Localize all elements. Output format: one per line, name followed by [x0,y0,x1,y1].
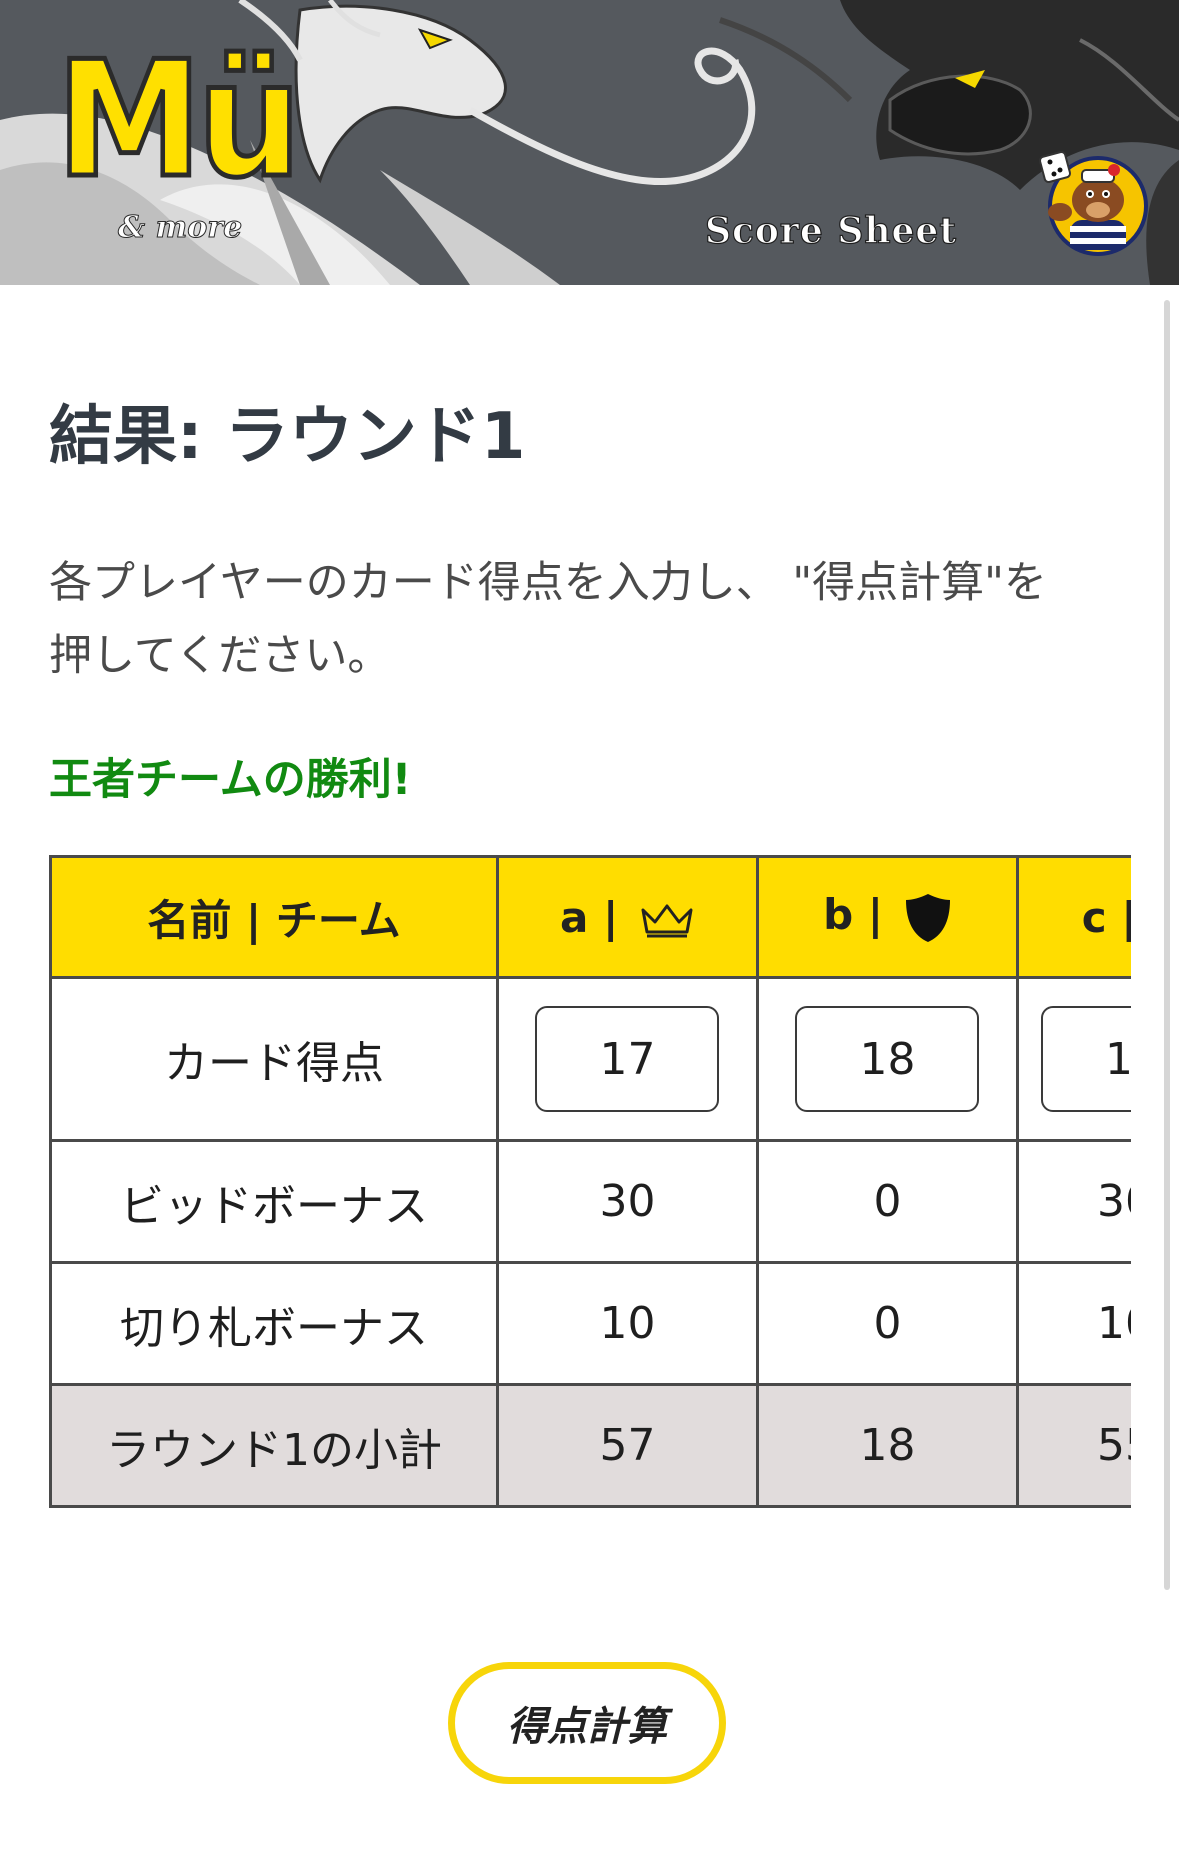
score-table: 名前 | チーム a | b | c | カード得点 17 18 15 ビッドボ… [49,855,1131,1508]
scrollbar[interactable] [1164,300,1170,1590]
player-a-label: a | [559,892,619,942]
subtotal-a: 57 [495,1383,759,1508]
logo-mu: Mü [54,26,304,213]
bid-bonus-a: 30 [495,1139,759,1264]
table-row: カード得点 [49,976,1131,1142]
table-row: ビッドボーナス 30 0 30 [49,1139,1131,1264]
logo-subtext: & more [117,210,243,246]
header-player-b: b | [755,855,1019,979]
page-title: 結果: ラウンド1 [49,400,526,474]
table-cell [1015,976,1131,1142]
row-label-bid-bonus: ビッドボーナス [49,1139,499,1264]
subtotal-b: 18 [755,1383,1019,1508]
trump-bonus-b: 0 [755,1261,1019,1386]
crown-icon [641,904,693,938]
table-row: ラウンド1の小計 57 18 55 [49,1383,1131,1508]
player-c-label: c | [1081,892,1131,942]
header-player-c: c | [1015,855,1131,979]
card-points-input-b[interactable] [795,1006,980,1112]
trump-bonus-a: 10 [495,1261,759,1386]
instructions-text: 各プレイヤーのカード得点を入力し、 "得点計算"を押してください。 [49,558,1047,681]
table-header-row: 名前 | チーム a | b | c | [49,855,1131,979]
row-label-trump-bonus: 切り札ボーナス [49,1261,499,1386]
table-cell [755,976,1019,1142]
row-label-card-points: カード得点 [49,976,499,1142]
card-points-input-a[interactable] [535,1006,720,1112]
row-label-subtotal: ラウンド1の小計 [49,1383,499,1508]
player-b-label: b | [823,890,884,940]
table-row: 切り札ボーナス 10 0 10 [49,1261,1131,1386]
header-player-a: a | [495,855,759,979]
table-cell [495,976,759,1142]
bid-bonus-b: 0 [755,1139,1019,1264]
subtotal-c: 55 [1015,1383,1131,1508]
bear-mascot-icon [1038,150,1148,256]
header-banner: Mü & more Score Sheet [0,0,1179,285]
shield-icon [905,893,950,942]
bid-bonus-c: 30 [1015,1139,1131,1264]
score-sheet-title: Score Sheet [704,209,957,252]
card-points-input-c[interactable] [1040,1006,1131,1112]
trump-bonus-c: 10 [1015,1261,1131,1386]
score-table-container[interactable]: 名前 | チーム a | b | c | カード得点 17 18 15 ビッドボ… [49,855,1131,1517]
result-message: 王者チームの勝利! [49,755,412,805]
calculate-score-button[interactable]: 得点計算 [448,1662,726,1784]
header-name-team: 名前 | チーム [49,855,499,979]
